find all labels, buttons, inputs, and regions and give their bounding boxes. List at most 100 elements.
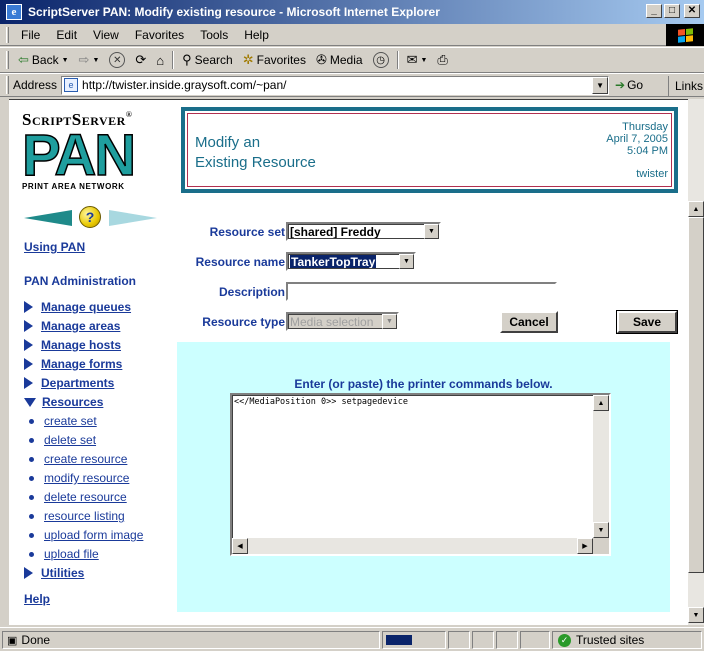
menu-favorites[interactable]: Favorites bbox=[127, 28, 192, 42]
maximize-button[interactable]: □ bbox=[664, 4, 680, 18]
nav-create-resource[interactable]: create resource bbox=[44, 452, 127, 466]
help-icon[interactable]: ? bbox=[79, 206, 101, 228]
scroll-down-icon[interactable]: ▼ bbox=[593, 522, 609, 538]
back-arrow-icon[interactable] bbox=[24, 210, 72, 226]
resource-type-select[interactable]: Media selection ▼ bbox=[286, 312, 399, 331]
resource-set-select[interactable]: [shared] Freddy ▼ bbox=[286, 222, 441, 241]
progress-bar bbox=[382, 631, 446, 649]
nav-upload-file[interactable]: upload file bbox=[44, 547, 99, 561]
menu-file[interactable]: File bbox=[13, 28, 48, 42]
search-button[interactable]: ⚲ Search bbox=[177, 49, 238, 71]
history-icon: ◷ bbox=[372, 52, 389, 68]
mail-button[interactable]: ✉ ▼ bbox=[402, 49, 433, 71]
standard-toolbar: ⇦ Back ▼ ⇨ ▼ ✕ ⟳ ⌂ ⚲ Search ✲ Favorites … bbox=[0, 47, 704, 73]
nav-delete-set[interactable]: delete set bbox=[44, 433, 96, 447]
media-button[interactable]: ✇ Media bbox=[311, 49, 368, 71]
page-title: Modify an Existing Resource bbox=[195, 134, 316, 171]
scroll-up-icon[interactable]: ▲ bbox=[688, 201, 704, 217]
mail-icon: ✉ bbox=[406, 52, 418, 67]
nav-upload-form-image[interactable]: upload form image bbox=[44, 528, 143, 542]
nav-admin-heading: PAN Administration bbox=[24, 274, 137, 288]
windows-logo-icon bbox=[666, 24, 704, 46]
window-title: ScriptServer PAN: Modify existing resour… bbox=[28, 5, 440, 19]
search-icon: ⚲ bbox=[182, 52, 192, 67]
nav-create-set[interactable]: create set bbox=[44, 414, 97, 428]
resource-set-label: Resource set bbox=[209, 225, 285, 239]
scrollbar-thumb[interactable] bbox=[688, 217, 704, 573]
print-button[interactable]: ⎙ bbox=[432, 49, 452, 71]
security-zone: Trusted sites bbox=[576, 633, 645, 647]
close-button[interactable]: ✕ bbox=[684, 4, 700, 18]
header-datetime: Thursday April 7, 2005 5:04 PM bbox=[606, 121, 668, 157]
printer-commands-panel: Enter (or paste) the printer commands be… bbox=[177, 342, 670, 612]
history-button[interactable]: ◷ bbox=[368, 49, 394, 71]
home-icon: ⌂ bbox=[156, 52, 165, 68]
nav-modify-resource[interactable]: modify resource bbox=[44, 471, 129, 485]
window-title-bar: e ScriptServer PAN: Modify existing reso… bbox=[0, 0, 704, 24]
print-icon: ⎙ bbox=[437, 52, 448, 67]
nav-manage-queues[interactable]: Manage queues bbox=[41, 300, 131, 314]
chevron-down-icon: ▼ bbox=[382, 314, 397, 329]
status-bar: ▣ Done ✓ Trusted sites bbox=[0, 627, 704, 651]
links-button[interactable]: Links bbox=[668, 76, 704, 96]
scroll-left-icon[interactable]: ◀ bbox=[232, 538, 248, 554]
resource-name-select[interactable]: TankerTopTray ▼ bbox=[286, 252, 416, 271]
description-input[interactable] bbox=[286, 282, 557, 301]
chevron-down-icon: ▼ bbox=[92, 56, 100, 64]
stop-icon: ✕ bbox=[109, 52, 126, 68]
menu-help[interactable]: Help bbox=[236, 28, 277, 42]
favorites-button[interactable]: ✲ Favorites bbox=[238, 49, 311, 71]
textarea-vertical-scrollbar[interactable]: ▲ ▼ bbox=[593, 395, 609, 538]
chevron-down-icon: ▼ bbox=[61, 56, 69, 64]
textarea-horizontal-scrollbar[interactable]: ◀ ▶ bbox=[232, 538, 593, 554]
nav-manage-hosts[interactable]: Manage hosts bbox=[41, 338, 121, 352]
menu-edit[interactable]: Edit bbox=[48, 28, 85, 42]
scroll-up-icon[interactable]: ▲ bbox=[593, 395, 609, 411]
minimize-button[interactable]: _ bbox=[646, 4, 662, 18]
printer-commands-textarea[interactable]: <</MediaPosition 0>> setpagedevice ▲ ▼ ◀… bbox=[230, 393, 611, 556]
page-done-icon: ▣ bbox=[7, 634, 18, 647]
status-text: Done bbox=[21, 633, 51, 647]
nav-arrows: ? bbox=[24, 206, 159, 230]
refresh-icon: ⟳ bbox=[135, 52, 147, 67]
nav-manage-forms[interactable]: Manage forms bbox=[41, 357, 122, 371]
refresh-button[interactable]: ⟳ bbox=[130, 49, 151, 71]
chevron-down-icon: ▼ bbox=[399, 254, 414, 269]
header-hostname: twister bbox=[636, 168, 668, 180]
cancel-button[interactable]: Cancel bbox=[500, 311, 558, 333]
menu-view[interactable]: View bbox=[85, 28, 127, 42]
nav-resources[interactable]: Resources bbox=[42, 395, 103, 409]
scroll-down-icon[interactable]: ▼ bbox=[688, 607, 704, 623]
description-label: Description bbox=[218, 285, 285, 299]
page-vertical-scrollbar[interactable]: ▲ ▼ bbox=[688, 99, 704, 625]
nav-utilities[interactable]: Utilities bbox=[41, 566, 84, 580]
forward-arrow-icon[interactable] bbox=[109, 210, 157, 226]
address-dropdown-icon[interactable]: ▼ bbox=[592, 76, 609, 94]
forward-button[interactable]: ⇨ ▼ bbox=[74, 49, 105, 71]
expand-arrow-icon bbox=[24, 320, 33, 332]
nav-using-pan[interactable]: Using PAN bbox=[24, 240, 85, 254]
menu-tools[interactable]: Tools bbox=[192, 28, 236, 42]
scroll-right-icon[interactable]: ▶ bbox=[577, 538, 593, 554]
go-button[interactable]: ➔ Go bbox=[615, 78, 643, 92]
nav-delete-resource[interactable]: delete resource bbox=[44, 490, 127, 504]
page-viewport: ScriptServer® PAN PRINT AREA NETWORK Mod… bbox=[9, 99, 688, 625]
menu-bar: File Edit View Favorites Tools Help bbox=[0, 24, 704, 46]
forward-arrow-icon: ⇨ bbox=[78, 52, 90, 67]
save-button[interactable]: Save bbox=[616, 310, 678, 334]
nav-resource-listing[interactable]: resource listing bbox=[44, 509, 125, 523]
address-input[interactable]: e http://twister.inside.graysoft.com/~pa… bbox=[61, 75, 610, 95]
stop-button[interactable]: ✕ bbox=[104, 49, 130, 71]
home-button[interactable]: ⌂ bbox=[151, 49, 169, 71]
back-button[interactable]: ⇦ Back ▼ bbox=[13, 49, 74, 71]
nav-help[interactable]: Help bbox=[24, 592, 50, 606]
nav-manage-areas[interactable]: Manage areas bbox=[41, 319, 120, 333]
expand-arrow-icon bbox=[24, 339, 33, 351]
nav-departments[interactable]: Departments bbox=[41, 376, 114, 390]
expand-arrow-icon bbox=[24, 567, 33, 579]
address-url: http://twister.inside.graysoft.com/~pan/ bbox=[82, 78, 287, 92]
expand-arrow-icon bbox=[24, 358, 33, 370]
expand-arrow-icon bbox=[24, 301, 33, 313]
page-header-box: Modify an Existing Resource Thursday Apr… bbox=[181, 107, 678, 193]
commands-instruction: Enter (or paste) the printer commands be… bbox=[294, 377, 553, 391]
